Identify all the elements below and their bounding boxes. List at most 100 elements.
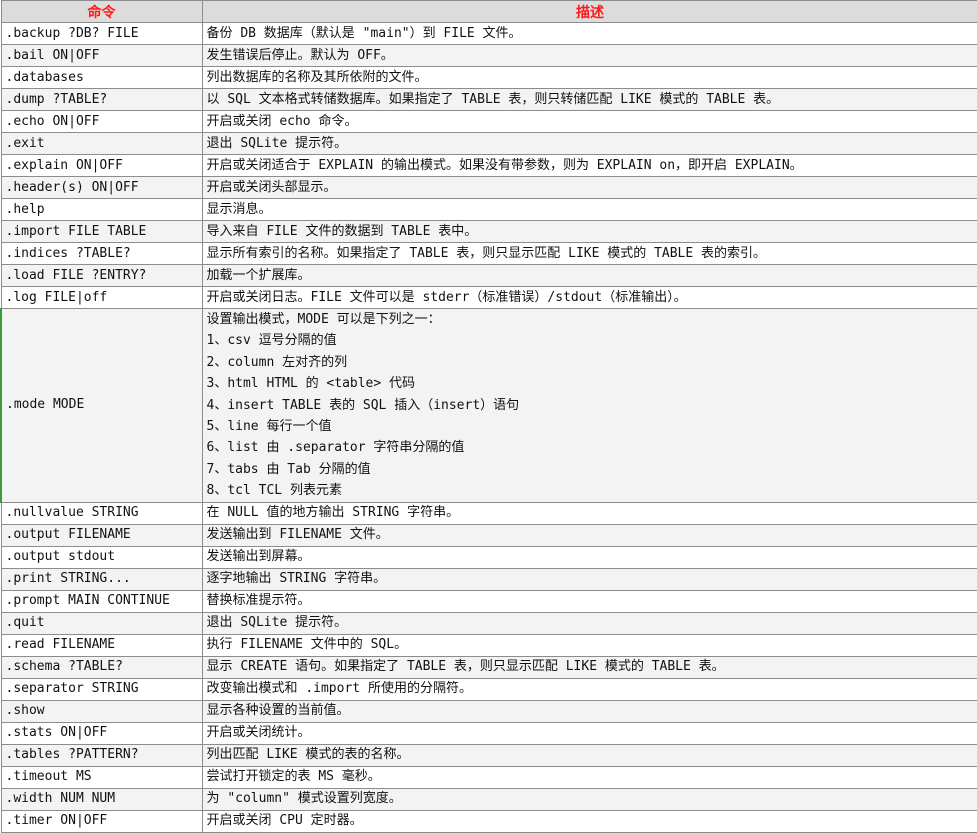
- mode-line: 2、column 左对齐的列: [206, 354, 348, 370]
- command-cell: .exit: [0, 132, 203, 155]
- table-row: .timeout MS 尝试打开锁定的表 MS 毫秒。: [0, 765, 977, 789]
- mode-line: 设置输出模式，MODE 可以是下列之一：: [206, 312, 441, 327]
- description-cell: 以 SQL 文本格式转储数据库。如果指定了 TABLE 表，则只转储匹配 LIK…: [201, 88, 977, 111]
- command-cell: .header(s) ON|OFF: [0, 176, 203, 199]
- description-cell: 加载一个扩展库。: [201, 264, 977, 287]
- mode-row: .mode MODE 设置输出模式，MODE 可以是下列之一： 1、csv 逗号…: [0, 308, 977, 503]
- command-cell: .schema ?TABLE?: [0, 655, 203, 679]
- description-cell: 改变输出模式和 .import 所使用的分隔符。: [201, 677, 977, 701]
- table-row: .stats ON|OFF 开启或关闭统计。: [0, 721, 977, 745]
- table-row: .prompt MAIN CONTINUE 替换标准提示符。: [0, 589, 977, 613]
- mode-description-cell: 设置输出模式，MODE 可以是下列之一： 1、csv 逗号分隔的值 2、colu…: [201, 308, 977, 503]
- table-row: .header(s) ON|OFF 开启或关闭头部显示。: [0, 176, 977, 199]
- command-cell: .print STRING...: [0, 567, 203, 591]
- command-cell: .backup ?DB? FILE: [0, 22, 203, 45]
- description-cell: 逐字地输出 STRING 字符串。: [201, 567, 977, 591]
- header-description: 描述: [201, 0, 977, 23]
- description-cell: 显示消息。: [201, 198, 977, 221]
- mode-line: 1、csv 逗号分隔的值: [206, 333, 337, 349]
- table-row: .output FILENAME 发送输出到 FILENAME 文件。: [0, 523, 977, 547]
- command-cell: .timer ON|OFF: [0, 809, 203, 833]
- command-cell: .import FILE TABLE: [0, 220, 203, 243]
- command-cell: .prompt MAIN CONTINUE: [0, 589, 203, 613]
- description-cell: 为 "column" 模式设置列宽度。: [201, 787, 977, 811]
- header-command: 命令: [0, 0, 203, 23]
- description-cell: 发送输出到 FILENAME 文件。: [201, 523, 977, 547]
- description-cell: 替换标准提示符。: [201, 589, 977, 613]
- command-cell: .timeout MS: [0, 765, 203, 789]
- command-cell: .dump ?TABLE?: [0, 88, 203, 111]
- description-cell: 开启或关闭 CPU 定时器。: [201, 809, 977, 833]
- command-cell: .separator STRING: [0, 677, 203, 701]
- sqlite-commands-table: 命令 描述 .backup ?DB? FILE 备份 DB 数据库（默认是 "m…: [0, 0, 977, 833]
- command-cell: .indices ?TABLE?: [0, 242, 203, 265]
- command-cell: .show: [0, 699, 203, 723]
- table-row: .exit 退出 SQLite 提示符。: [0, 132, 977, 155]
- description-cell: 列出匹配 LIKE 模式的表的名称。: [201, 743, 977, 767]
- header-row: 命令 描述: [0, 0, 977, 23]
- table-row: .tables ?PATTERN? 列出匹配 LIKE 模式的表的名称。: [0, 743, 977, 767]
- table-row: .timer ON|OFF 开启或关闭 CPU 定时器。: [0, 809, 977, 833]
- description-cell: 列出数据库的名称及其所依附的文件。: [201, 66, 977, 89]
- table-row: .read FILENAME 执行 FILENAME 文件中的 SQL。: [0, 633, 977, 657]
- table-row: .quit 退出 SQLite 提示符。: [0, 611, 977, 635]
- table-row: .databases 列出数据库的名称及其所依附的文件。: [0, 66, 977, 89]
- command-cell: .tables ?PATTERN?: [0, 743, 203, 767]
- table-row: .load FILE ?ENTRY? 加载一个扩展库。: [0, 264, 977, 287]
- table-row: .separator STRING 改变输出模式和 .import 所使用的分隔…: [0, 677, 977, 701]
- table-row: .print STRING... 逐字地输出 STRING 字符串。: [0, 567, 977, 591]
- command-cell: .nullvalue STRING: [0, 501, 203, 525]
- mode-line: 3、html HTML 的 <table> 代码: [206, 376, 416, 392]
- command-cell: .output stdout: [0, 545, 203, 569]
- table-row: .import FILE TABLE 导入来自 FILE 文件的数据到 TABL…: [0, 220, 977, 243]
- command-cell: .read FILENAME: [0, 633, 203, 657]
- description-cell: 在 NULL 值的地方输出 STRING 字符串。: [201, 501, 977, 525]
- description-cell: 导入来自 FILE 文件的数据到 TABLE 表中。: [201, 220, 977, 243]
- description-cell: 开启或关闭适合于 EXPLAIN 的输出模式。如果没有带参数，则为 EXPLAI…: [201, 154, 977, 177]
- description-cell: 显示所有索引的名称。如果指定了 TABLE 表，则只显示匹配 LIKE 模式的 …: [201, 242, 977, 265]
- description-cell: 开启或关闭统计。: [201, 721, 977, 745]
- table-row: .width NUM NUM 为 "column" 模式设置列宽度。: [0, 787, 977, 811]
- mode-line: 7、tabs 由 Tab 分隔的值: [206, 461, 371, 477]
- mode-line: 8、tcl TCL 列表元素: [206, 483, 342, 499]
- table-row: .echo ON|OFF 开启或关闭 echo 命令。: [0, 110, 977, 133]
- table-row: .output stdout 发送输出到屏幕。: [0, 545, 977, 569]
- table-row: .help 显示消息。: [0, 198, 977, 221]
- command-cell: .stats ON|OFF: [0, 721, 203, 745]
- description-cell: 显示 CREATE 语句。如果指定了 TABLE 表，则只显示匹配 LIKE 模…: [201, 655, 977, 679]
- description-cell: 备份 DB 数据库（默认是 "main"）到 FILE 文件。: [201, 22, 977, 45]
- table-row: .indices ?TABLE? 显示所有索引的名称。如果指定了 TABLE 表…: [0, 242, 977, 265]
- table-row: .explain ON|OFF 开启或关闭适合于 EXPLAIN 的输出模式。如…: [0, 154, 977, 177]
- description-cell: 发生错误后停止。默认为 OFF。: [201, 44, 977, 67]
- description-cell: 尝试打开锁定的表 MS 毫秒。: [201, 765, 977, 789]
- table-row: .backup ?DB? FILE 备份 DB 数据库（默认是 "main"）到…: [0, 22, 977, 45]
- command-cell: .mode MODE: [0, 308, 203, 503]
- table-row: .show 显示各种设置的当前值。: [0, 699, 977, 723]
- command-cell: .output FILENAME: [0, 523, 203, 547]
- command-cell: .bail ON|OFF: [0, 44, 203, 67]
- description-cell: 执行 FILENAME 文件中的 SQL。: [201, 633, 977, 657]
- command-cell: .echo ON|OFF: [0, 110, 203, 133]
- mode-line: 5、line 每行一个值: [206, 418, 332, 434]
- table-row: .log FILE|off 开启或关闭日志。FILE 文件可以是 stderr（…: [0, 286, 977, 309]
- command-cell: .databases: [0, 66, 203, 89]
- command-cell: .explain ON|OFF: [0, 154, 203, 177]
- description-cell: 开启或关闭日志。FILE 文件可以是 stderr（标准错误）/stdout（标…: [201, 286, 977, 309]
- description-cell: 开启或关闭头部显示。: [201, 176, 977, 199]
- command-cell: .quit: [0, 611, 203, 635]
- description-cell: 退出 SQLite 提示符。: [201, 611, 977, 635]
- table-row: .dump ?TABLE? 以 SQL 文本格式转储数据库。如果指定了 TABL…: [0, 88, 977, 111]
- command-cell: .log FILE|off: [0, 286, 203, 309]
- table-row: .nullvalue STRING 在 NULL 值的地方输出 STRING 字…: [0, 501, 977, 525]
- mode-line: 4、insert TABLE 表的 SQL 插入（insert）语句: [206, 397, 520, 413]
- description-cell: 退出 SQLite 提示符。: [201, 132, 977, 155]
- mode-line: 6、list 由 .separator 字符串分隔的值: [206, 440, 465, 456]
- description-cell: 发送输出到屏幕。: [201, 545, 977, 569]
- command-cell: .width NUM NUM: [0, 787, 203, 811]
- command-cell: .load FILE ?ENTRY?: [0, 264, 203, 287]
- table-row: .bail ON|OFF 发生错误后停止。默认为 OFF。: [0, 44, 977, 67]
- description-cell: 开启或关闭 echo 命令。: [201, 110, 977, 133]
- table-row: .schema ?TABLE? 显示 CREATE 语句。如果指定了 TABLE…: [0, 655, 977, 679]
- command-cell: .help: [0, 198, 203, 221]
- description-cell: 显示各种设置的当前值。: [201, 699, 977, 723]
